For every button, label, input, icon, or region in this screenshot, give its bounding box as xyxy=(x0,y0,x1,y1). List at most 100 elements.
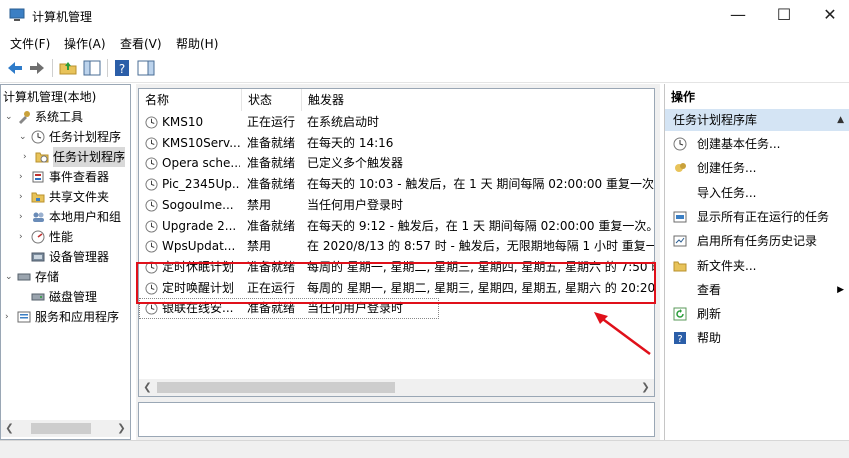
shared-folder-icon xyxy=(31,192,45,203)
action-item[interactable]: ? 帮助 xyxy=(665,326,849,350)
menu-action[interactable]: 操作(A) xyxy=(64,35,106,52)
tree-item[interactable]: ⌄ 系统工具 xyxy=(1,107,130,127)
action-item[interactable]: 创建任务... xyxy=(665,156,849,180)
tree-item-label: 事件查看器 xyxy=(49,170,110,184)
tree-item[interactable]: › 任务计划程序 xyxy=(1,147,130,167)
scroll-thumb[interactable] xyxy=(31,423,91,434)
collapse-arrow-icon[interactable]: › xyxy=(23,147,27,167)
scroll-left-arrow-icon[interactable]: ❮ xyxy=(1,420,18,437)
history-icon xyxy=(673,235,687,247)
toolbar-separator xyxy=(107,59,108,77)
column-header-name[interactable]: 名称 xyxy=(139,89,242,111)
tree-item-label: 服务和应用程序 xyxy=(35,310,120,324)
action-label: 启用所有任务历史记录 xyxy=(697,234,818,249)
menu-view[interactable]: 查看(V) xyxy=(120,35,162,52)
expand-arrow-icon[interactable]: ⌄ xyxy=(19,127,27,147)
task-trigger: 当任何用户登录时 xyxy=(307,197,404,212)
task-clock-icon xyxy=(145,240,158,253)
task-status: 禁用 xyxy=(247,239,272,254)
task-trigger: 在每天的 14:16 xyxy=(307,135,394,150)
window-title: 计算机管理 xyxy=(32,10,93,24)
task-trigger: 在每天的 10:03 - 触发后，在 1 天 期间每隔 02:00:00 重复一… xyxy=(307,177,655,192)
status-bar xyxy=(0,440,849,458)
tree-item[interactable]: › 事件查看器 xyxy=(1,167,130,187)
tree-horizontal-scrollbar[interactable]: ❮ ❯ xyxy=(1,420,130,437)
create-task-icon xyxy=(675,163,686,173)
up-folder-icon[interactable] xyxy=(58,58,78,78)
navigation-tree: 计算机管理(本地) ⌄ 系统工具 ⌄ 任务计划程序 › 任务计划程序 › 事件查看器 › 共享文件夹… xyxy=(0,84,131,440)
expand-arrow-icon[interactable]: ⌄ xyxy=(5,267,13,287)
actions-section-task-library[interactable]: 任务计划程序库 ▲ xyxy=(665,109,849,131)
scroll-right-arrow-icon[interactable]: ❯ xyxy=(637,379,654,396)
scroll-thumb[interactable] xyxy=(157,382,395,393)
computer-management-icon xyxy=(9,8,25,21)
tree-item[interactable]: 计算机管理(本地) xyxy=(1,87,130,107)
task-trigger: 已定义多个触发器 xyxy=(307,156,404,171)
tree-item[interactable]: › 服务和应用程序 xyxy=(1,307,130,327)
menu-help[interactable]: 帮助(H) xyxy=(176,35,218,52)
action-item[interactable]: 创建基本任务... xyxy=(665,132,849,156)
back-arrow-icon[interactable] xyxy=(5,58,25,78)
close-button[interactable]: ✕ xyxy=(807,0,849,32)
action-item[interactable]: 刷新 xyxy=(665,302,849,326)
tree-item[interactable]: › 性能 xyxy=(1,227,130,247)
show-action-pane-icon[interactable] xyxy=(136,58,156,78)
tree-item-label: 设备管理器 xyxy=(49,250,110,264)
task-row[interactable]: Upgrade 2... 准备就绪 在每天的 9:12 - 触发后，在 1 天 期间… xyxy=(139,216,654,237)
task-row[interactable]: KMS10Serv... 准备就绪 在每天的 14:16 xyxy=(139,133,654,154)
list-horizontal-scrollbar[interactable]: ❮ ❯ xyxy=(139,379,654,396)
action-item[interactable]: 新文件夹... xyxy=(665,254,849,278)
task-clock-icon xyxy=(145,116,158,129)
services-icon xyxy=(17,311,31,323)
collapse-arrow-icon[interactable]: › xyxy=(19,227,23,247)
action-item[interactable]: 启用所有任务历史记录 xyxy=(665,229,849,253)
action-item[interactable]: 显示所有正在运行的任务 xyxy=(665,205,849,229)
action-label: 创建任务... xyxy=(697,161,757,176)
task-row[interactable]: Opera sche... 准备就绪 已定义多个触发器 xyxy=(139,153,654,174)
expand-arrow-icon[interactable]: ⌄ xyxy=(5,107,13,127)
column-header-status[interactable]: 状态 xyxy=(242,89,302,111)
task-status: 准备就绪 xyxy=(247,156,296,171)
task-row[interactable]: KMS10 正在运行 在系统启动时 xyxy=(139,112,654,133)
column-header-trigger[interactable]: 触发器 xyxy=(302,89,654,111)
show-hide-tree-icon[interactable] xyxy=(82,58,102,78)
collapse-arrow-icon[interactable]: › xyxy=(19,187,23,207)
maximize-button[interactable]: ☐ xyxy=(761,0,807,32)
tree-item-label: 系统工具 xyxy=(35,110,84,124)
tree-item[interactable]: ⌄ 存储 xyxy=(1,267,130,287)
menu-file[interactable]: 文件(F) xyxy=(10,35,50,52)
help-icon[interactable]: ? xyxy=(112,58,132,78)
action-label: 导入任务... xyxy=(697,185,757,200)
tree-item[interactable]: 磁盘管理 xyxy=(1,287,130,307)
task-clock-icon xyxy=(145,178,158,191)
task-detail-pane xyxy=(138,402,655,437)
task-row[interactable]: WpsUpdat... 禁用 在 2020/8/13 的 8:57 时 - 触发后，… xyxy=(139,236,654,257)
task-name: SogouIme... xyxy=(162,197,234,212)
scroll-right-arrow-icon[interactable]: ❯ xyxy=(113,420,130,437)
task-name: KMS10 xyxy=(162,115,204,129)
collapse-arrow-icon[interactable]: › xyxy=(19,167,23,187)
menu-bar: 文件(F) 操作(A) 查看(V) 帮助(H) xyxy=(0,32,849,54)
action-label: 查看 xyxy=(697,282,722,297)
users-icon xyxy=(33,212,44,222)
task-row[interactable]: Pic_2345Up... 准备就绪 在每天的 10:03 - 触发后，在 1 天 … xyxy=(139,174,655,195)
collapse-arrow-icon[interactable]: › xyxy=(19,207,23,227)
action-item[interactable]: 导入任务... xyxy=(665,181,849,205)
disk-icon xyxy=(31,293,45,301)
collapse-arrow-icon[interactable]: › xyxy=(5,307,9,327)
task-row[interactable]: SogouIme... 禁用 当任何用户登录时 xyxy=(139,195,654,216)
scroll-left-arrow-icon[interactable]: ❮ xyxy=(139,379,156,396)
task-name: Opera sche... xyxy=(162,156,240,171)
tree-item[interactable]: › 共享文件夹 xyxy=(1,187,130,207)
minimize-button[interactable]: — xyxy=(715,0,761,32)
collapse-arrow-icon[interactable]: ▲ xyxy=(837,109,844,131)
refresh-icon xyxy=(673,307,687,321)
tree-item[interactable]: ⌄ 任务计划程序 xyxy=(1,127,130,147)
forward-arrow-icon[interactable] xyxy=(27,58,47,78)
storage-icon xyxy=(17,273,31,281)
tree-item[interactable]: › 本地用户和组 xyxy=(1,207,130,227)
tree-item-label: 性能 xyxy=(49,230,74,244)
submenu-arrow-icon: ▶ xyxy=(837,284,844,295)
tree-item[interactable]: 设备管理器 xyxy=(1,247,130,267)
action-item[interactable]: 查看 ▶ xyxy=(665,278,849,302)
